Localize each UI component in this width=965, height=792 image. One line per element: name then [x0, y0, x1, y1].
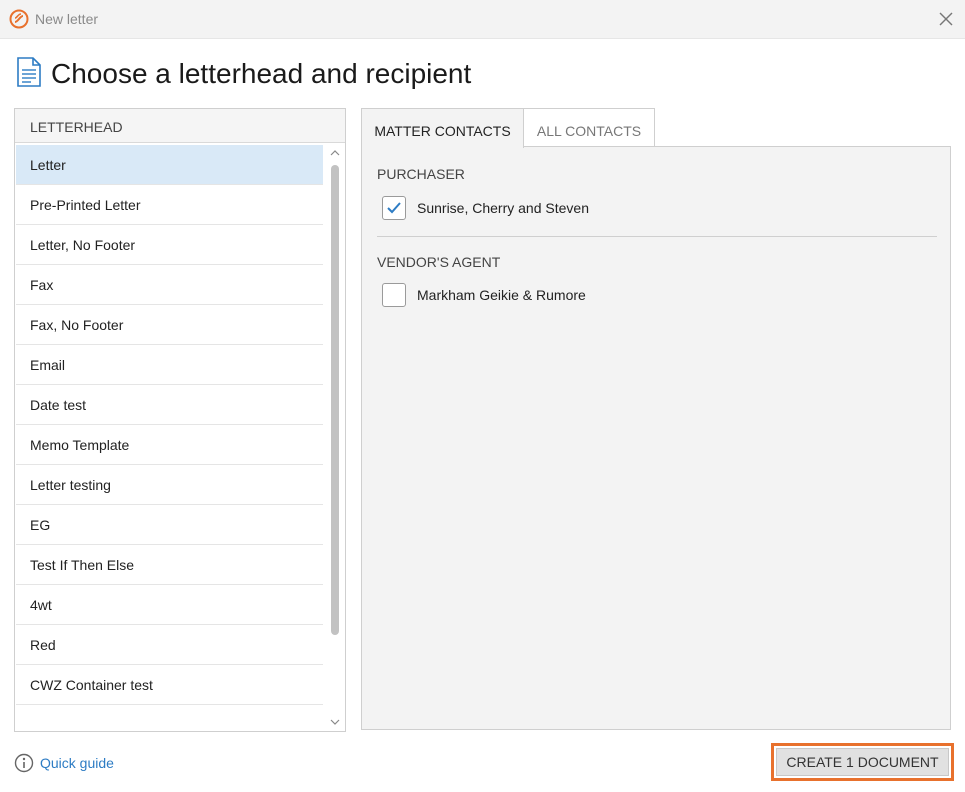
quick-guide-label: Quick guide — [40, 755, 114, 771]
letterhead-list: Letter Pre-Printed Letter Letter, No Foo… — [15, 145, 323, 731]
group-label-purchaser: PURCHASER — [377, 166, 465, 182]
contact-name: Markham Geikie & Rumore — [417, 287, 586, 303]
tab-all-contacts[interactable]: ALL CONTACTS — [523, 108, 655, 147]
contacts-panel: PURCHASER Sunrise, Cherry and Steven VEN… — [361, 146, 951, 730]
scrollbar-thumb[interactable] — [331, 165, 339, 635]
tab-matter-contacts[interactable]: MATTER CONTACTS — [361, 108, 524, 148]
letterhead-scrollbar[interactable] — [327, 145, 343, 729]
page-title: Choose a letterhead and recipient — [51, 58, 472, 89]
letterhead-panel: LETTERHEAD Letter Pre-Printed Letter Let… — [14, 108, 346, 732]
letterhead-item-letter[interactable]: Letter — [16, 145, 323, 185]
window-title: New letter — [35, 11, 99, 27]
letterhead-item-4wt[interactable]: 4wt — [16, 585, 323, 625]
letterhead-header: LETTERHEAD — [15, 109, 345, 143]
letterhead-item-email[interactable]: Email — [16, 345, 323, 385]
letterhead-item-red[interactable]: Red — [16, 625, 323, 665]
letterhead-item-letter-testing[interactable]: Letter testing — [16, 465, 323, 505]
checkmark-icon — [387, 202, 401, 214]
letterhead-item-date-test[interactable]: Date test — [16, 385, 323, 425]
letterhead-item-fax[interactable]: Fax — [16, 265, 323, 305]
title-bar: New letter — [0, 0, 965, 39]
create-document-label: CREATE 1 DOCUMENT — [776, 748, 949, 776]
scroll-up-icon[interactable] — [330, 149, 340, 157]
document-icon — [17, 57, 41, 87]
contact-checkbox-unchecked[interactable] — [382, 283, 406, 307]
letterhead-item-fax-no-footer[interactable]: Fax, No Footer — [16, 305, 323, 345]
group-divider — [377, 236, 937, 237]
group-label-vendors-agent: VENDOR'S AGENT — [377, 254, 501, 270]
close-icon[interactable] — [935, 8, 957, 30]
letterhead-item-memo-template[interactable]: Memo Template — [16, 425, 323, 465]
letterhead-item-cwz-container-test[interactable]: CWZ Container test — [16, 665, 323, 705]
letterhead-item-letter-no-footer[interactable]: Letter, No Footer — [16, 225, 323, 265]
letterhead-item-pre-printed-letter[interactable]: Pre-Printed Letter — [16, 185, 323, 225]
create-document-button[interactable]: CREATE 1 DOCUMENT — [771, 743, 954, 781]
contact-checkbox-checked[interactable] — [382, 196, 406, 220]
app-logo-icon — [9, 9, 29, 29]
scroll-down-icon[interactable] — [330, 718, 340, 726]
info-icon — [14, 753, 34, 773]
contact-name: Sunrise, Cherry and Steven — [417, 200, 589, 216]
letterhead-item-eg[interactable]: EG — [16, 505, 323, 545]
letterhead-item-test-if-then-else[interactable]: Test If Then Else — [16, 545, 323, 585]
